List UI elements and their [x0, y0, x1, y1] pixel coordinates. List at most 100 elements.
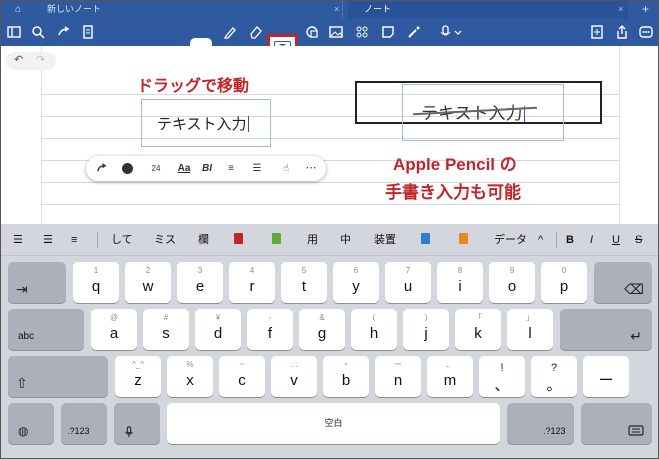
key-l[interactable]: 」 l [507, 309, 553, 350]
sticker-icon[interactable] [353, 23, 371, 41]
add-text-icon[interactable] [92, 160, 110, 177]
bold-italic-button[interactable]: BI [199, 160, 215, 177]
suggestion[interactable]: 欄 [198, 232, 209, 248]
sticky-note-icon[interactable] [379, 23, 397, 41]
key-f[interactable]: -f [247, 309, 293, 350]
keyboard-hide-icon [628, 425, 644, 436]
strikethrough-button[interactable]: S [635, 232, 642, 248]
hide-keyboard-key[interactable] [581, 403, 652, 444]
key-u[interactable]: 7u [385, 262, 431, 303]
note-canvas[interactable]: ↶ ↷ ドラッグで移動 テキスト入力 テキスト入力 Apple Pencil の… [1, 46, 658, 224]
key-c[interactable]: ~ c [219, 356, 265, 397]
bold-button[interactable]: B [566, 232, 574, 248]
sidebar-icon[interactable] [5, 23, 23, 41]
key-o[interactable]: 9o [489, 262, 535, 303]
dictation-key[interactable] [114, 403, 160, 444]
key-y[interactable]: 6y [333, 262, 379, 303]
share-arrow-icon[interactable] [55, 23, 73, 41]
document-icon[interactable] [79, 23, 97, 41]
book-emoji-orange[interactable] [459, 232, 468, 248]
numbers-key-left[interactable]: .?123 [61, 403, 107, 444]
underline-button[interactable]: U [612, 232, 620, 248]
key-g[interactable]: & g [299, 309, 345, 350]
pen-icon[interactable] [221, 23, 239, 41]
lasso-icon[interactable] [192, 23, 210, 41]
new-page-icon[interactable] [588, 23, 606, 41]
key-w[interactable]: 2w [125, 262, 171, 303]
key-h[interactable]: (h [351, 309, 397, 350]
redo-button[interactable]: ↷ [36, 53, 45, 66]
tab-key[interactable]: ⇥ [8, 262, 66, 303]
list-icon[interactable]: ☰ [250, 160, 264, 177]
font-size-button[interactable]: 24 [148, 160, 164, 177]
tab-new-note[interactable]: 新しいノート [43, 1, 343, 18]
key-exclamation[interactable]: !、 [479, 356, 525, 397]
caption-drag-to-move: ドラッグで移動 [137, 78, 250, 95]
suggestion[interactable]: データ [494, 232, 527, 248]
key-j[interactable]: ) j [403, 309, 449, 350]
suggestion[interactable]: ミス [154, 232, 176, 248]
undo-button[interactable]: ↶ [14, 53, 23, 66]
key-k[interactable]: 「k [455, 309, 501, 350]
font-style-button[interactable]: Aa [176, 160, 192, 177]
italic-button[interactable]: I [590, 232, 593, 248]
key-a[interactable]: @ a [91, 309, 137, 350]
key-d[interactable]: ¥ d [195, 309, 241, 350]
key-p[interactable]: 0p [541, 262, 587, 303]
home-icon[interactable]: ⌂ [15, 1, 27, 18]
suggestion[interactable]: して [111, 232, 133, 248]
suggestion[interactable]: 用 [307, 232, 318, 248]
tab-note[interactable]: ノート [348, 1, 628, 18]
expand-suggestions-icon[interactable]: ^ [538, 232, 543, 248]
key-v[interactable]: … v [271, 356, 317, 397]
numbers-key-right[interactable]: .?123 [507, 403, 574, 444]
hand-point-icon[interactable]: ☝ [278, 160, 294, 177]
caption-handwriting-input: 手書き入力も可能 [385, 183, 521, 202]
key-t[interactable]: 5t [281, 262, 327, 303]
key-z[interactable]: ^_^ z [115, 356, 161, 397]
key-s[interactable]: # s [143, 309, 189, 350]
eraser-icon[interactable] [247, 23, 265, 41]
mic-icon[interactable] [438, 23, 466, 41]
add-tab-icon[interactable]: + [642, 1, 654, 18]
globe-key[interactable]: ◍ [8, 403, 54, 444]
key-x[interactable]: % x [167, 356, 213, 397]
laser-icon[interactable] [405, 23, 423, 41]
divider [556, 232, 557, 248]
key-q[interactable]: 1q [73, 262, 119, 303]
export-icon[interactable] [613, 23, 631, 41]
globe-icon: ◍ [18, 424, 29, 438]
shape-icon[interactable] [303, 23, 321, 41]
book-emoji-blue[interactable] [421, 232, 430, 248]
search-icon[interactable] [29, 23, 47, 41]
suggestion[interactable]: 中 [340, 232, 351, 248]
more-icon[interactable] [637, 23, 655, 41]
close-icon[interactable]: × [334, 1, 344, 18]
align-icon[interactable]: ≡ [224, 160, 238, 177]
image-icon[interactable] [327, 23, 345, 41]
bullet-list-icon[interactable]: ☰ [13, 232, 23, 248]
suggestion[interactable]: 装置 [374, 232, 396, 248]
key-b[interactable]: ・ b [323, 356, 369, 397]
key-question[interactable]: ?。 [531, 356, 577, 397]
numbered-list-icon[interactable]: ☰ [43, 232, 53, 248]
keyboard-shortcut-bar: ☰ ☰ ≡ して ミス 欄 用 中 装置 データ ^ B I U S [1, 224, 658, 256]
key-i[interactable]: 8i [437, 262, 483, 303]
close-icon[interactable]: × [618, 1, 628, 18]
key-long-dash[interactable]: ー [583, 356, 629, 397]
text-color-button[interactable] [122, 163, 133, 174]
space-key[interactable]: 空白 [167, 403, 500, 444]
book-emoji-red[interactable] [234, 232, 243, 248]
align-icon[interactable]: ≡ [71, 232, 77, 248]
key-m[interactable]: 、 m [427, 356, 473, 397]
key-r[interactable]: 4r [229, 262, 275, 303]
text-box[interactable]: テキスト入力 [141, 99, 271, 147]
return-key[interactable]: ↵ [560, 309, 652, 350]
abc-key[interactable]: abc [8, 309, 84, 350]
shift-key-left[interactable]: ⇧ [8, 356, 108, 397]
more-options-icon[interactable]: ⋯ [303, 160, 319, 177]
book-emoji-green[interactable] [272, 232, 281, 248]
key-n[interactable]: ーn [375, 356, 421, 397]
key-e[interactable]: 3e [177, 262, 223, 303]
delete-key[interactable]: ⌫ [594, 262, 652, 303]
